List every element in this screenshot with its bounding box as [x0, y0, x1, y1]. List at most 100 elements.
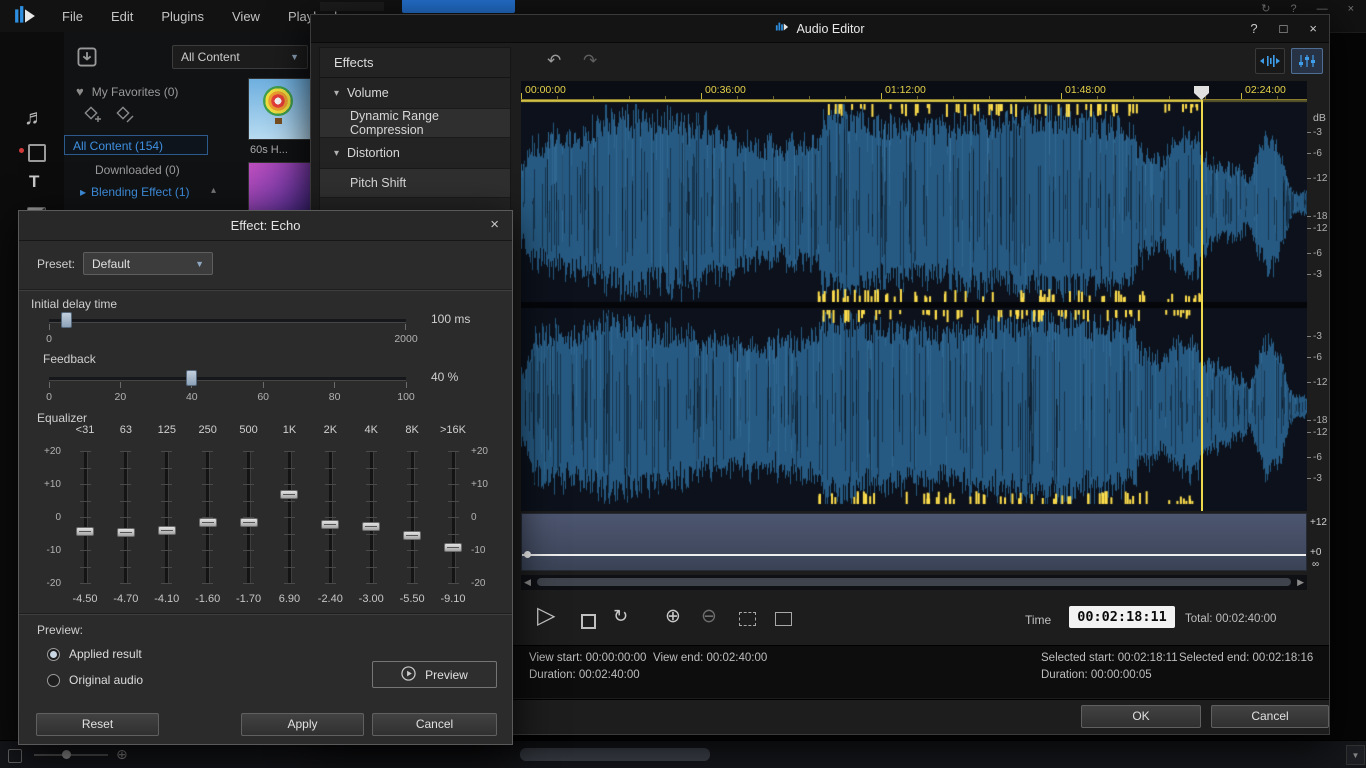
zoom-slider-thumb[interactable]	[62, 750, 71, 759]
eq-band-tick	[325, 501, 336, 502]
import-media-icon[interactable]	[76, 46, 98, 68]
preview-option-applied-result[interactable]: Applied result	[47, 647, 142, 661]
preset-dropdown[interactable]: Default ▼	[83, 252, 213, 275]
eq-band-thumb[interactable]	[280, 490, 298, 499]
eq-band-thumb[interactable]	[76, 527, 94, 536]
menu-plugins[interactable]: Plugins	[161, 9, 204, 24]
remove-tag-icon[interactable]	[114, 104, 134, 129]
zoom-selection-button[interactable]	[739, 612, 756, 626]
feedback-slider[interactable]	[49, 377, 406, 381]
feedback-tick	[334, 382, 335, 388]
favorites-row[interactable]: ♥ My Favorites (0)	[76, 84, 178, 99]
maximize-icon[interactable]: □	[1280, 21, 1288, 36]
scrollbar-thumb[interactable]	[537, 578, 1291, 586]
eq-band-thumb[interactable]	[321, 520, 339, 529]
divider	[511, 699, 1329, 700]
zoom-out-button[interactable]: ⊖	[701, 605, 717, 628]
play-button[interactable]: ▷	[537, 601, 555, 630]
eq-band-tick	[325, 567, 336, 568]
waveform-canvas[interactable]	[521, 100, 1307, 511]
library-blending-effect[interactable]: ▸ Blending Effect (1)	[80, 185, 190, 199]
timeline-scrollbar-thumb[interactable]	[520, 748, 710, 761]
scroll-up-icon[interactable]: ▴	[211, 185, 216, 196]
waveform-scrollbar[interactable]: ◀ ▶	[521, 575, 1307, 590]
produce-button-partial[interactable]	[402, 0, 515, 13]
effect-echo-dialog: Effect: Echo × Preset: Default ▼ Initial…	[18, 210, 513, 745]
help-icon[interactable]: ?	[1250, 21, 1257, 36]
radio-icon[interactable]	[47, 648, 60, 661]
eq-band-tick	[120, 583, 131, 584]
eq-band-value: -5.50	[390, 593, 434, 605]
feedback-slider-thumb[interactable]	[186, 370, 197, 386]
menu-file[interactable]: File	[62, 9, 83, 24]
redo-icon[interactable]: ↷	[583, 51, 597, 71]
zoom-in-icon[interactable]: ⊕	[116, 746, 128, 763]
snap-icon[interactable]	[8, 749, 22, 763]
minimize-icon[interactable]: —	[1317, 3, 1328, 15]
cancel-button[interactable]: Cancel	[1211, 705, 1329, 728]
eq-band-thumb[interactable]	[362, 522, 380, 531]
effects-item-distortion[interactable]: ▾Distortion	[320, 138, 510, 168]
editor-titlebar[interactable]: Audio Editor	[311, 15, 1329, 43]
filter-value: All Content	[181, 50, 240, 64]
library-all-content[interactable]: All Content (154)	[64, 135, 208, 155]
close-icon[interactable]: ×	[1309, 21, 1317, 36]
effect-room-icon[interactable]	[28, 144, 46, 162]
zoom-fit-button[interactable]	[775, 612, 792, 626]
zoom-in-button[interactable]: ⊕	[665, 605, 681, 628]
menu-edit[interactable]: Edit	[111, 9, 133, 24]
media-thumbnail-purple[interactable]	[248, 162, 314, 212]
dialog-titlebar[interactable]: Effect: Echo	[19, 211, 512, 241]
apply-button[interactable]: Apply	[241, 713, 364, 736]
time-display[interactable]: 00:02:18:11	[1069, 606, 1175, 628]
eq-band-thumb[interactable]	[117, 528, 135, 537]
gain-envelope-node[interactable]	[524, 551, 531, 558]
scroll-right-icon[interactable]: ▶	[1297, 577, 1304, 588]
effects-item-dynamic-range-compression[interactable]: Dynamic Range Compression	[320, 108, 510, 138]
eq-band-freq-label: 250	[188, 424, 228, 436]
title-room-icon[interactable]: T	[29, 172, 39, 192]
add-tag-icon[interactable]	[82, 104, 102, 129]
eq-band-thumb[interactable]	[240, 518, 258, 527]
close-icon[interactable]: ×	[1348, 3, 1354, 15]
ok-button[interactable]: OK	[1081, 705, 1201, 728]
scroll-left-icon[interactable]: ◀	[524, 577, 531, 588]
waveform-view-button[interactable]	[1255, 48, 1285, 74]
eq-band-tick	[407, 484, 418, 485]
ruler-minor-tick	[1133, 96, 1134, 99]
content-filter-dropdown[interactable]: All Content ▼	[172, 45, 308, 69]
gain-overview-strip[interactable]	[521, 513, 1307, 571]
preview-button[interactable]: Preview	[372, 661, 497, 688]
timeline-ruler[interactable]: 00:00:0000:36:0001:12:0001:48:0002:24:00	[521, 81, 1307, 100]
db-tick	[1307, 274, 1311, 275]
close-icon[interactable]: ×	[490, 216, 499, 233]
timeline-zoom-slider[interactable]	[34, 754, 108, 756]
eq-band-thumb[interactable]	[199, 518, 217, 527]
scroll-down-button[interactable]: ▼	[1346, 745, 1365, 765]
gain-envelope-line[interactable]	[522, 554, 1306, 556]
eq-band-thumb[interactable]	[158, 526, 176, 535]
radio-icon[interactable]	[47, 674, 60, 687]
effect-settings-button[interactable]	[1291, 48, 1323, 74]
eq-band-thumb[interactable]	[403, 531, 421, 540]
delay-slider-thumb[interactable]	[61, 312, 72, 328]
media-room-icon[interactable]: ♬	[24, 106, 45, 130]
reset-button[interactable]: Reset	[36, 713, 159, 736]
ruler-time-label: 00:36:00	[705, 84, 746, 96]
menu-view[interactable]: View	[232, 9, 260, 24]
playhead-line[interactable]	[1201, 100, 1203, 511]
delay-slider[interactable]	[49, 319, 406, 323]
preview-option-original-audio[interactable]: Original audio	[47, 673, 143, 687]
help-icon[interactable]: ?	[1290, 3, 1296, 15]
effects-item-volume[interactable]: ▾Volume	[320, 78, 510, 108]
cancel-button[interactable]: Cancel	[372, 713, 497, 736]
effects-item-pitch-shift[interactable]: Pitch Shift	[320, 168, 510, 198]
eq-band-thumb[interactable]	[444, 543, 462, 552]
undo-icon[interactable]: ↶	[547, 51, 561, 71]
media-thumbnail-balloon[interactable]	[248, 78, 312, 140]
stop-button[interactable]	[581, 614, 596, 629]
library-downloaded[interactable]: Downloaded (0)	[95, 163, 180, 177]
db-scale-label: -18	[1313, 415, 1327, 426]
eq-band-value: 6.90	[267, 593, 311, 605]
loop-button[interactable]: ↻	[613, 606, 628, 627]
